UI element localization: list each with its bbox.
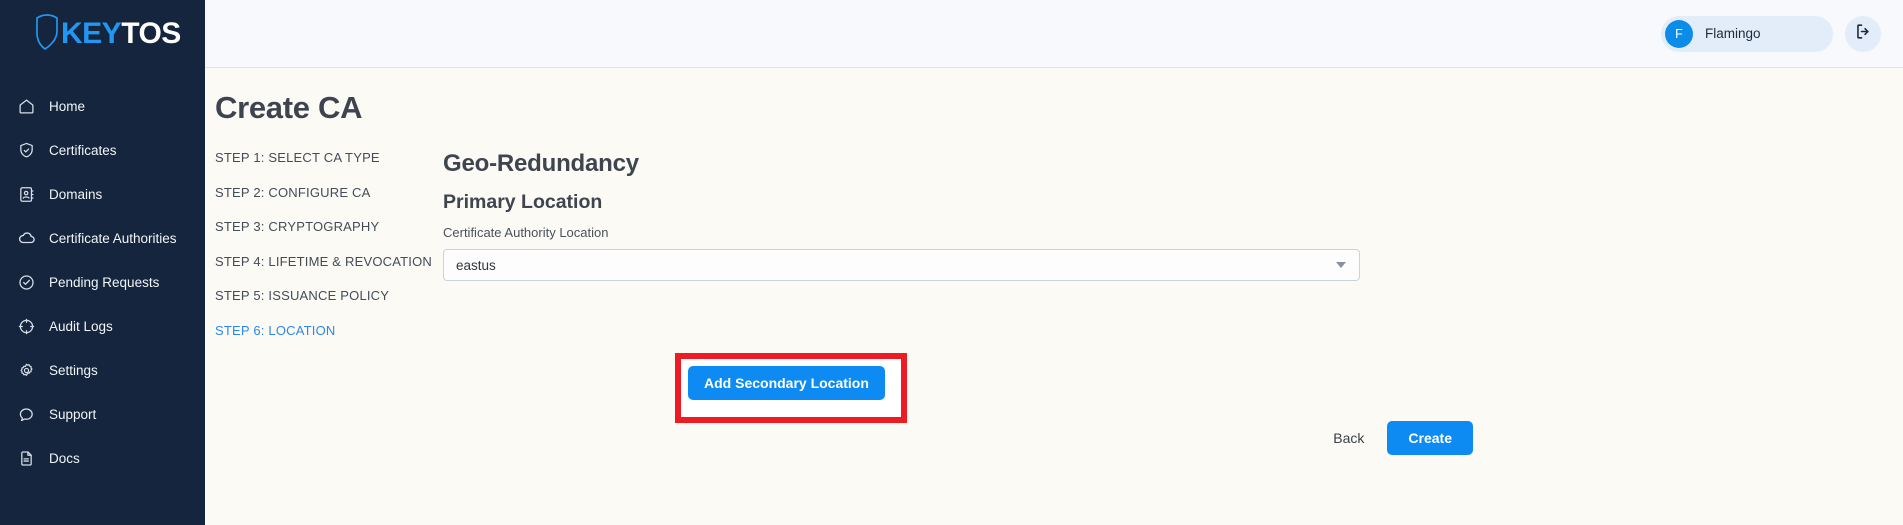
primary-location-heading: Primary Location <box>443 191 603 213</box>
sidebar-item-label: Settings <box>49 362 98 378</box>
cloud-icon <box>17 229 36 248</box>
step-5[interactable]: STEP 5: ISSUANCE POLICY <box>215 288 443 303</box>
step-3[interactable]: STEP 3: CRYPTOGRAPHY <box>215 219 443 234</box>
user-name: Flamingo <box>1705 26 1761 41</box>
ca-location-select-wrap: eastus <box>443 249 1360 281</box>
sidebar-item-audit-logs[interactable]: Audit Logs <box>0 304 205 348</box>
sidebar-item-label: Audit Logs <box>49 318 113 334</box>
user-menu[interactable]: F Flamingo <box>1661 15 1833 52</box>
create-button[interactable]: Create <box>1387 421 1473 455</box>
sidebar-item-settings[interactable]: Settings <box>0 348 205 392</box>
brand-logo[interactable]: KEYTOS <box>0 0 205 68</box>
chat-bubble-icon <box>17 405 36 424</box>
ca-location-label: Certificate Authority Location <box>443 225 609 240</box>
check-circle-icon <box>17 273 36 292</box>
sidebar: KEYTOS Home Certificates Domains Certifi… <box>0 0 205 525</box>
sidebar-item-label: Support <box>49 406 97 422</box>
back-button[interactable]: Back <box>1331 426 1366 450</box>
main-area: F Flamingo Create CA STEP 1: SELECT CA T… <box>205 0 1903 525</box>
brand-tos: TOS <box>121 17 181 50</box>
geo-redundancy-heading: Geo-Redundancy <box>443 150 639 177</box>
geo-redundancy-panel: Geo-Redundancy Primary Location Certific… <box>443 150 1903 357</box>
sidebar-item-docs[interactable]: Docs <box>0 436 205 480</box>
sidebar-item-label: Certificate Authorities <box>49 230 177 246</box>
document-icon <box>17 449 36 468</box>
wizard-body: STEP 1: SELECT CA TYPE STEP 2: CONFIGURE… <box>205 150 1903 357</box>
sidebar-nav: Home Certificates Domains Certificate Au… <box>0 68 205 480</box>
gear-icon <box>17 361 36 380</box>
sidebar-item-certificate-authorities[interactable]: Certificate Authorities <box>0 216 205 260</box>
ca-location-select[interactable]: eastus <box>443 249 1360 281</box>
sidebar-item-pending-requests[interactable]: Pending Requests <box>0 260 205 304</box>
brand-key: KEY <box>61 17 122 50</box>
wizard-footer-actions: Back Create <box>1331 421 1473 455</box>
page-content: Create CA STEP 1: SELECT CA TYPE STEP 2:… <box>205 68 1903 455</box>
page-title: Create CA <box>215 90 363 125</box>
shield-icon <box>34 13 60 56</box>
sidebar-item-domains[interactable]: Domains <box>0 172 205 216</box>
sidebar-item-support[interactable]: Support <box>0 392 205 436</box>
add-secondary-location-wrap: Add Secondary Location <box>688 366 885 400</box>
sidebar-item-label: Pending Requests <box>49 274 160 290</box>
logout-icon <box>1854 22 1873 46</box>
brand-wordmark: KEYTOS <box>61 19 181 49</box>
logout-button[interactable] <box>1845 15 1881 52</box>
step-2[interactable]: STEP 2: CONFIGURE CA <box>215 185 443 200</box>
sidebar-item-label: Domains <box>49 186 103 202</box>
target-icon <box>17 317 36 336</box>
sidebar-item-label: Home <box>49 98 86 114</box>
sidebar-item-certificates[interactable]: Certificates <box>0 128 205 172</box>
avatar: F <box>1665 19 1693 48</box>
step-6[interactable]: STEP 6: LOCATION <box>215 323 443 338</box>
step-1[interactable]: STEP 1: SELECT CA TYPE <box>215 150 443 165</box>
shield-check-icon <box>17 141 36 160</box>
app-root: KEYTOS Home Certificates Domains Certifi… <box>0 0 1903 525</box>
sidebar-item-label: Docs <box>49 450 80 466</box>
address-book-icon <box>17 185 36 204</box>
sidebar-item-home[interactable]: Home <box>0 84 205 128</box>
sidebar-item-label: Certificates <box>49 142 117 158</box>
step-4[interactable]: STEP 4: LIFETIME & REVOCATION <box>215 254 443 269</box>
top-bar: F Flamingo <box>205 0 1903 68</box>
add-secondary-location-button[interactable]: Add Secondary Location <box>688 366 885 400</box>
step-list: STEP 1: SELECT CA TYPE STEP 2: CONFIGURE… <box>205 150 443 357</box>
home-icon <box>17 97 36 116</box>
